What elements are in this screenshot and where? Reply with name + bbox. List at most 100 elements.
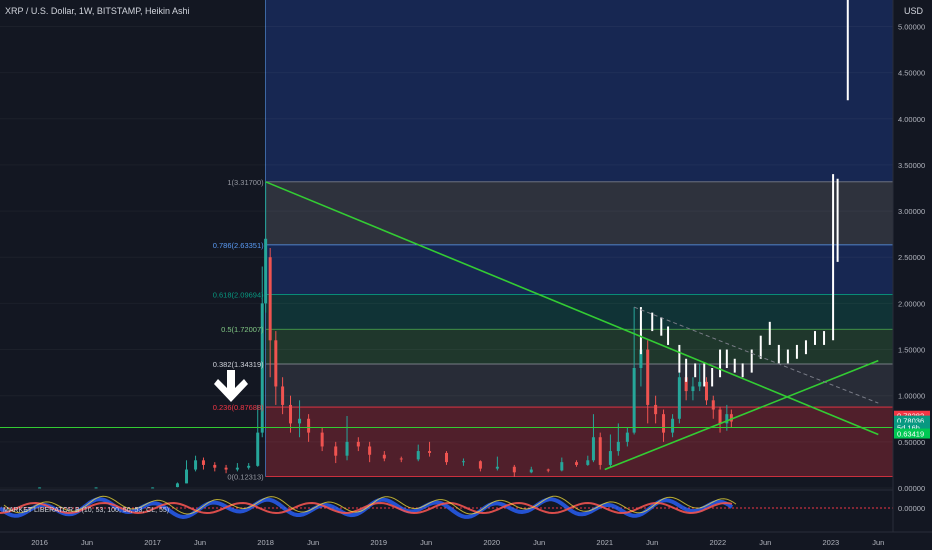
time-tick-12: 2022 xyxy=(709,538,726,547)
chart-title: XRP / U.S. Dollar, 1W, BITSTAMP, Heikin … xyxy=(5,6,190,16)
time-tick-9: Jun xyxy=(533,538,545,547)
indicator-label: MARKET LIBERATOR B (10, 53, 100, 50, 53,… xyxy=(3,507,169,514)
candle-body-54 xyxy=(704,381,708,401)
candle-body-48 xyxy=(662,414,666,433)
price-label-3: 0.63419 xyxy=(897,430,924,439)
time-tick-2: 2017 xyxy=(144,538,161,547)
time-tick-8: 2020 xyxy=(483,538,500,547)
candle-body-49 xyxy=(671,418,675,433)
candle-body-37 xyxy=(574,462,578,465)
candle-body-36 xyxy=(560,462,564,471)
candle-body-58 xyxy=(729,414,733,422)
fib-level-label-0: 1(3.31700) xyxy=(227,178,264,187)
time-tick-10: 2021 xyxy=(596,538,613,547)
candle-body-6 xyxy=(201,460,205,465)
candle-body-15 xyxy=(274,340,278,387)
candle-body-38 xyxy=(586,460,590,465)
candle-body-13 xyxy=(264,238,268,304)
candle-body-1 xyxy=(94,487,98,489)
time-tick-11: Jun xyxy=(646,538,658,547)
time-tick-14: 2023 xyxy=(822,538,839,547)
candle-body-10 xyxy=(247,465,251,468)
candle-body-32 xyxy=(495,466,499,469)
fib-level-label-4: 0.382(1.34319) xyxy=(213,360,264,369)
candle-body-31 xyxy=(478,461,482,469)
candle-body-40 xyxy=(598,437,602,465)
fib-zone-4 xyxy=(265,364,893,408)
price-tick-5: 2.50000 xyxy=(898,253,925,262)
candle-body-46 xyxy=(646,349,650,405)
price-tick-7: 3.50000 xyxy=(898,161,925,170)
price-tick-10: 5.00000 xyxy=(898,22,925,31)
time-axis-background xyxy=(0,532,932,550)
fib-level-label-5: 0.236(0.87688) xyxy=(213,403,264,412)
candle-body-22 xyxy=(345,441,349,456)
candle-body-18 xyxy=(298,418,302,424)
candle-body-56 xyxy=(718,409,722,424)
candle-body-9 xyxy=(235,467,239,470)
time-tick-15: Jun xyxy=(872,538,884,547)
candle-body-4 xyxy=(185,469,189,484)
price-chart[interactable]: 1(3.31700) 0.786(2.63351) 0.618(2.09694) 0.… xyxy=(0,0,932,550)
price-labels: 0.782820.780365d 16h0.63419 xyxy=(894,410,930,439)
price-tick-8: 4.00000 xyxy=(898,115,925,124)
candle-body-39 xyxy=(591,437,595,461)
candle-body-20 xyxy=(320,432,324,447)
price-tick-3: 1.50000 xyxy=(898,346,925,355)
candle-body-30 xyxy=(461,461,465,463)
time-tick-13: Jun xyxy=(759,538,771,547)
time-tick-0: 2016 xyxy=(31,538,48,547)
candle-body-47 xyxy=(654,404,658,415)
candle-body-35 xyxy=(546,469,550,471)
candle-body-0 xyxy=(38,487,42,489)
candle-body-3 xyxy=(175,483,179,488)
candle-body-14 xyxy=(268,257,272,341)
candle-body-8 xyxy=(224,467,228,470)
candle-body-25 xyxy=(382,454,386,459)
candle-body-33 xyxy=(512,466,516,473)
candle-body-2 xyxy=(151,487,155,489)
time-tick-5: Jun xyxy=(307,538,319,547)
time-tick-6: 2019 xyxy=(370,538,387,547)
candle-body-55 xyxy=(711,400,715,410)
price-tick-2: 1.00000 xyxy=(898,392,925,401)
price-tick-9: 4.50000 xyxy=(898,69,925,78)
time-tick-7: Jun xyxy=(420,538,432,547)
fib-zone-top xyxy=(265,0,893,182)
price-tick-1: 0.50000 xyxy=(898,438,925,447)
candle-body-52 xyxy=(691,386,695,392)
price-axis[interactable]: 0.00000 0.50000 1.00000 1.50000 2.00000 2.500… xyxy=(892,0,932,532)
candle-body-7 xyxy=(213,464,217,468)
candle-body-24 xyxy=(368,446,372,455)
candle-body-28 xyxy=(428,451,432,453)
time-axis[interactable]: 2016 Jun 2017 Jun 2018 Jun 2019 Jun 2020 Jun 2021 J… xyxy=(0,531,932,550)
candle-body-17 xyxy=(289,404,293,424)
candle-body-21 xyxy=(334,446,338,456)
candle-body-34 xyxy=(529,469,533,473)
price-axis-background xyxy=(893,0,932,532)
price-tick-6: 3.00000 xyxy=(898,207,925,216)
fib-level-label-6: 0(0.12313) xyxy=(227,473,264,482)
price-tick-0: 0.00000 xyxy=(898,484,925,493)
price-unit: USD xyxy=(904,6,924,16)
indicator-pane: MARKET LIBERATOR B (10, 53, 100, 50, 53,… xyxy=(0,489,932,528)
candle-body-27 xyxy=(416,451,420,460)
candle-body-5 xyxy=(194,460,198,470)
candle-body-23 xyxy=(356,441,360,447)
fib-level-label-3: 0.5(1.72007) xyxy=(221,325,264,334)
price-tick-4: 2.00000 xyxy=(898,299,925,308)
candle-body-41 xyxy=(608,451,612,465)
candle-body-53 xyxy=(698,381,702,387)
fib-level-label-2: 0.618(2.09694) xyxy=(213,290,264,299)
time-tick-1: Jun xyxy=(81,538,93,547)
candle-body-29 xyxy=(445,452,448,463)
fibonacci-zones xyxy=(265,0,893,478)
candle-body-42 xyxy=(616,441,620,452)
fib-zone-1 xyxy=(265,244,893,295)
fib-level-label-1: 0.786(2.63351) xyxy=(213,241,264,250)
time-tick-4: 2018 xyxy=(257,538,274,547)
candle-body-43 xyxy=(625,432,629,442)
candle-body-16 xyxy=(281,386,285,405)
candle-body-44 xyxy=(632,368,636,433)
candle-body-50 xyxy=(677,377,681,419)
